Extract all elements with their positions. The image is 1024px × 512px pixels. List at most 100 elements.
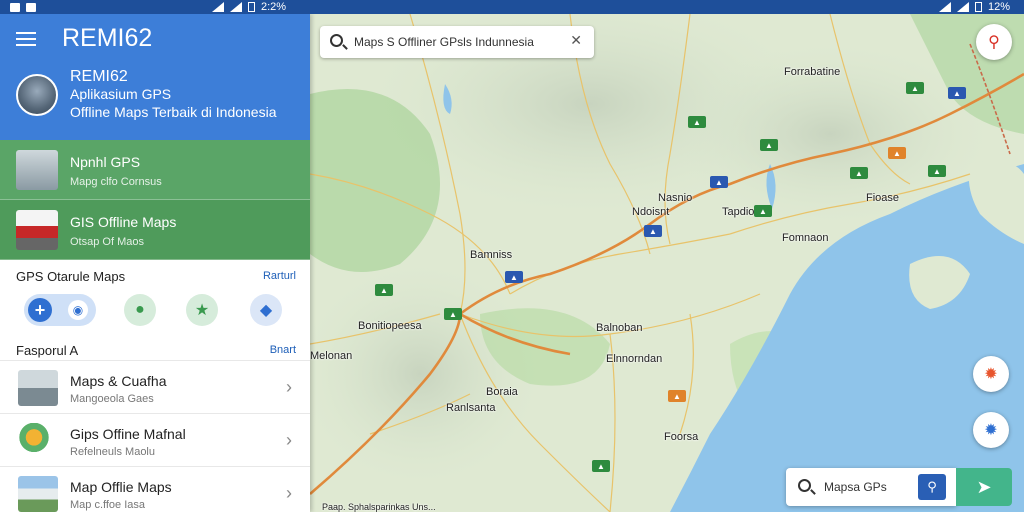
app-title: REMI62 bbox=[62, 24, 153, 52]
map-search-bar[interactable]: Maps S Offliner GPsls Indunnesia ✕ bbox=[320, 26, 594, 58]
chevron-right-icon: › bbox=[286, 377, 292, 397]
map-label: Foorsa bbox=[664, 431, 699, 443]
item-title: Gips Offine Mafnal bbox=[70, 426, 186, 442]
map-label: Balnoban bbox=[596, 322, 643, 334]
map-icon: ◆ bbox=[259, 302, 273, 319]
status-mid: 2:2% bbox=[212, 0, 286, 14]
list-item[interactable]: Gips Offine Mafnal Refelneuls Maolu › bbox=[0, 413, 310, 466]
road-shield: ▲ bbox=[644, 225, 662, 237]
item-subtitle: Otsap Of Maos bbox=[70, 236, 144, 248]
gear-icon: ✹ bbox=[984, 366, 998, 383]
wifi-icon bbox=[938, 2, 951, 12]
map-label: Fomnaon bbox=[782, 232, 829, 244]
search-input[interactable]: Maps S Offliner GPsls Indunnesia bbox=[354, 35, 534, 49]
map-label: Tapdio bbox=[722, 206, 755, 218]
close-icon[interactable]: ✕ bbox=[570, 32, 582, 49]
map-label: Nasnio bbox=[658, 192, 693, 204]
search-icon bbox=[798, 479, 811, 492]
terrain bbox=[310, 264, 540, 484]
road-shield: ▲ bbox=[688, 116, 706, 128]
wifi-icon bbox=[212, 2, 224, 12]
item-thumbnail bbox=[18, 423, 58, 459]
chat-icon: ◉ bbox=[68, 300, 88, 320]
map-attribution: Paap. Sphalsparinkas Uns... bbox=[322, 502, 436, 512]
map-label: Melonan bbox=[310, 350, 353, 362]
item-subtitle: Map c.ffoe Iasa bbox=[70, 499, 146, 511]
map-label: Fioase bbox=[866, 192, 900, 204]
search-button[interactable]: ⚲ bbox=[918, 474, 946, 500]
section-label: Fasporul A bbox=[16, 343, 79, 358]
section-header: GPS Otarule Maps Rarturl bbox=[0, 260, 310, 286]
item-thumbnail bbox=[18, 370, 58, 406]
item-title: Npnhl GPS bbox=[70, 154, 141, 170]
section-action-link[interactable]: Bnart bbox=[270, 344, 296, 356]
navigate-button[interactable]: ➤ bbox=[956, 468, 1012, 506]
item-thumbnail bbox=[18, 476, 58, 512]
road-shield: ▲ bbox=[928, 165, 946, 177]
section-header: Fasporul A Bnart bbox=[0, 334, 310, 360]
bottom-search-bar[interactable]: Mapsa GPs ⚲ bbox=[786, 468, 956, 506]
status-left-icons bbox=[10, 0, 36, 14]
map-label: Ndoisnt bbox=[632, 206, 670, 218]
status-right: 12% bbox=[938, 0, 1010, 14]
pin-icon: ⚲ bbox=[988, 34, 1000, 51]
notification-icon bbox=[26, 2, 36, 12]
item-title: Maps & Cuafha bbox=[70, 373, 167, 389]
signal-icon bbox=[956, 2, 969, 12]
chevron-right-icon: › bbox=[286, 430, 292, 450]
map-label: Boraia bbox=[486, 386, 518, 398]
section-label: GPS Otarule Maps bbox=[16, 269, 126, 284]
item-title: GIS Offline Maps bbox=[70, 214, 177, 230]
item-subtitle: Refelneuls Maolu bbox=[70, 446, 155, 458]
status-bar: 2:2% 12% bbox=[0, 0, 1024, 14]
chevron-right-icon: › bbox=[286, 483, 292, 503]
search-icon bbox=[330, 34, 343, 47]
profile-subtitle: Offline Maps Terbaik di Indonesia bbox=[70, 104, 277, 120]
gear-icon: ✹ bbox=[984, 422, 998, 439]
map-label: Forrabatine bbox=[784, 66, 841, 78]
add-toggle-button[interactable]: + ◉ bbox=[24, 294, 96, 326]
location-pin-button[interactable]: ⚲ bbox=[976, 24, 1012, 60]
star-button[interactable]: ★ bbox=[186, 294, 218, 326]
map-label: Bamniss bbox=[470, 249, 513, 261]
road-shield: ▲ bbox=[888, 147, 906, 159]
road-shield: ▲ bbox=[760, 139, 778, 151]
item-thumbnail bbox=[16, 150, 58, 190]
profile-subtitle: Aplikasium GPS bbox=[70, 86, 172, 102]
section-action-link[interactable]: Rarturl bbox=[263, 270, 296, 282]
road-shield: ▲ bbox=[668, 390, 686, 402]
star-icon: ★ bbox=[194, 302, 210, 319]
list-item[interactable]: Maps & Cuafha Mangoeola Gaes › bbox=[0, 360, 310, 413]
item-title: Map Offlie Maps bbox=[70, 479, 172, 495]
battery-icon bbox=[974, 2, 982, 12]
bottom-search-input[interactable]: Mapsa GPs bbox=[824, 480, 887, 494]
drawer-item-offline-maps[interactable]: GIS Offline Maps Otsap Of Maos bbox=[0, 200, 310, 260]
chat-button[interactable]: ● bbox=[124, 294, 156, 326]
list-item[interactable]: Map Offlie Maps Map c.ffoe Iasa › bbox=[0, 466, 310, 512]
item-subtitle: Mangoeola Gaes bbox=[70, 393, 154, 405]
settings-button[interactable]: ✹ bbox=[973, 412, 1009, 448]
battery-icon bbox=[248, 2, 255, 12]
map-button[interactable]: ◆ bbox=[250, 294, 282, 326]
navigation-drawer: REMI62 REMI62 Aplikasium GPS Offline Map… bbox=[0, 14, 310, 512]
menu-icon[interactable] bbox=[16, 32, 36, 46]
avatar[interactable] bbox=[16, 74, 58, 116]
signal-icon bbox=[230, 2, 242, 12]
map-label: Ranlsanta bbox=[446, 402, 496, 414]
layers-button[interactable]: ✹ bbox=[973, 356, 1009, 392]
road-shield: ▲ bbox=[754, 205, 772, 217]
drawer-item-gps[interactable]: Npnhl GPS Mapg clfo Cornsus bbox=[0, 140, 310, 200]
map-label: Elnnorndan bbox=[606, 353, 663, 365]
road-shield: ▲ bbox=[375, 284, 393, 296]
road-shield: ▲ bbox=[948, 87, 966, 99]
battery-percent: 12% bbox=[987, 1, 1010, 13]
notification-icon bbox=[10, 2, 20, 12]
item-thumbnail bbox=[16, 210, 58, 250]
road-shield: ▲ bbox=[906, 82, 924, 94]
road-shield: ▲ bbox=[592, 460, 610, 472]
quick-actions: + ◉ ● ★ ◆ bbox=[0, 286, 310, 334]
chat-icon: ● bbox=[135, 301, 145, 318]
drawer-header: REMI62 REMI62 Aplikasium GPS Offline Map… bbox=[0, 14, 310, 140]
status-time: 2:2% bbox=[261, 1, 287, 13]
item-subtitle: Mapg clfo Cornsus bbox=[70, 176, 162, 188]
